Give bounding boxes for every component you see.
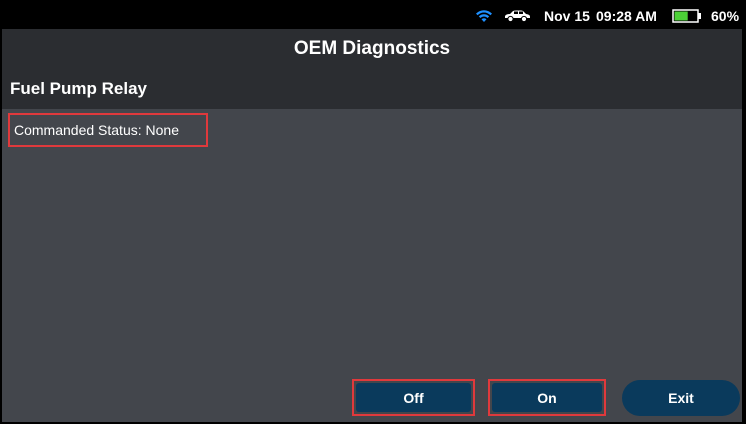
commanded-status-text: Commanded Status: None [14, 122, 179, 138]
status-date: Nov 15 [544, 7, 590, 24]
off-button-highlight: Off [352, 379, 475, 416]
device-screen: Nov 15 09:28 AM 60% OEM Diagnostics Fuel… [2, 2, 742, 422]
commanded-status-box: Commanded Status: None [8, 113, 208, 147]
section-title: Fuel Pump Relay [10, 79, 147, 98]
off-button[interactable]: Off [356, 383, 471, 412]
status-bar: Nov 15 09:28 AM 60% [2, 2, 742, 29]
section-header: Fuel Pump Relay [2, 69, 742, 109]
battery-icon [672, 2, 704, 29]
on-button[interactable]: On [492, 383, 602, 412]
exit-button[interactable]: Exit [622, 380, 740, 416]
wifi-icon [475, 2, 493, 29]
on-button-highlight: On [488, 379, 606, 416]
content-area: Commanded Status: None Off On Exit [2, 109, 742, 422]
title-bar: OEM Diagnostics [2, 29, 742, 69]
status-time: 09:28 AM [596, 7, 657, 24]
car-icon [502, 2, 534, 29]
page-title: OEM Diagnostics [293, 38, 451, 59]
battery-percentage: 60% [711, 7, 740, 24]
